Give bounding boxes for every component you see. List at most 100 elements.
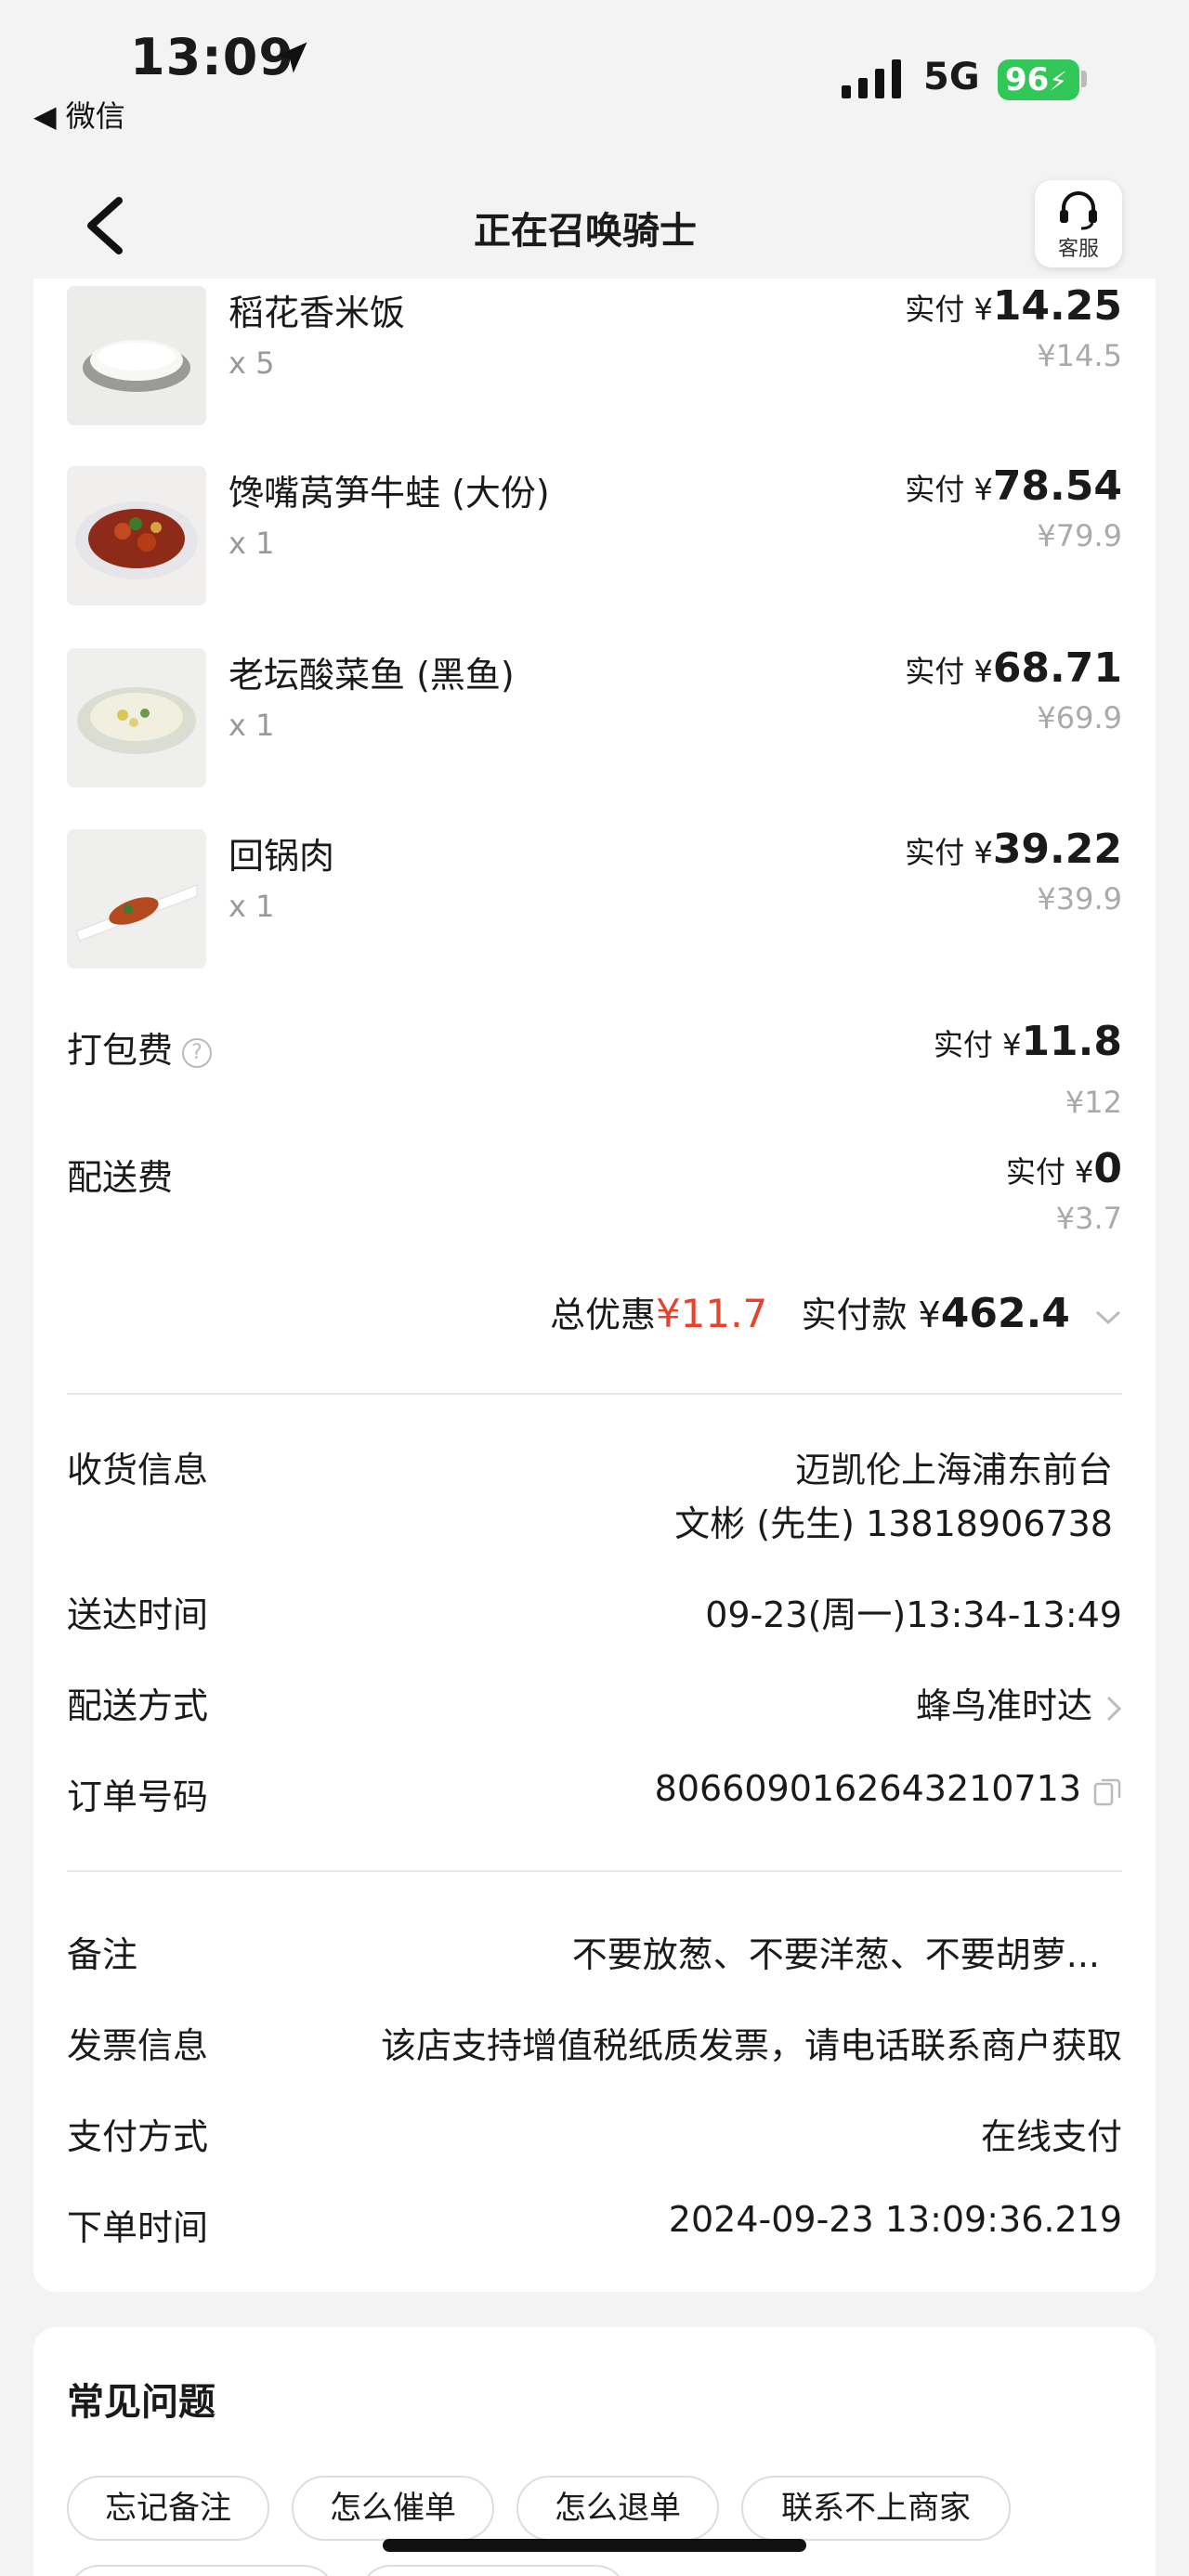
charging-bolt-icon: ⚡ bbox=[1049, 66, 1067, 97]
item-quantity: x 1 bbox=[229, 708, 275, 743]
packaging-fee-paid: 实付 ¥11.8 bbox=[934, 1018, 1122, 1065]
item-name: 馋嘴莴笋牛蛙 (大份) bbox=[229, 473, 550, 514]
food-thumbnail-pork bbox=[67, 829, 206, 969]
food-thumbnail-frog bbox=[67, 466, 206, 605]
paid-value: 78.54 bbox=[992, 462, 1122, 510]
invoice-row: 发票信息 该店支持增值税纸质发票，请电话联系商户获取 bbox=[67, 2017, 1122, 2073]
address-label: 收货信息 bbox=[67, 1450, 209, 1490]
headset-icon bbox=[1060, 191, 1097, 230]
signal-icon bbox=[842, 59, 901, 98]
paid-total-amount: 462.4 bbox=[940, 1290, 1070, 1337]
order-item[interactable]: 馋嘴莴笋牛蛙 (大份) x 1 实付 ¥78.54 ¥79.9 bbox=[67, 462, 1122, 605]
delivery-method-label: 配送方式 bbox=[67, 1685, 209, 1726]
nav-bar: 正在召唤骑士 客服 bbox=[0, 158, 1189, 288]
packaging-fee-original: ¥12 bbox=[1065, 1085, 1122, 1120]
faq-chip[interactable]: 联系不上商家 bbox=[741, 2476, 1011, 2541]
item-original-price: ¥39.9 bbox=[1037, 881, 1122, 917]
discount-amount: ¥11.7 bbox=[655, 1291, 768, 1336]
delivery-time-value: 09-23(周一)13:34-13:49 bbox=[705, 1594, 1122, 1635]
delivery-method-value: 蜂鸟准时达 bbox=[916, 1677, 1122, 1728]
battery-indicator: 96⚡ bbox=[998, 59, 1079, 100]
order-number-row: 订单号码 8066090162643210713 bbox=[67, 1768, 1122, 1824]
delivery-time-label: 送达时间 bbox=[67, 1594, 209, 1635]
item-paid-price: 实付 ¥78.54 bbox=[905, 462, 1122, 510]
faq-chip-partial[interactable] bbox=[67, 2565, 336, 2576]
invoice-label: 发票信息 bbox=[67, 2025, 209, 2066]
paid-value: 11.8 bbox=[1021, 1018, 1122, 1065]
paid-label: 实付 ¥ bbox=[933, 1027, 1022, 1062]
order-detail-card: 稻花香米饭 x 5 实付 ¥14.25 ¥14.5 馋嘴莴笋牛蛙 (大份) x … bbox=[33, 279, 1156, 2292]
delivery-fee-label: 配送费 bbox=[67, 1157, 174, 1198]
home-indicator[interactable] bbox=[383, 2539, 806, 2552]
paid-value: 39.22 bbox=[992, 826, 1122, 873]
payment-method-value: 在线支付 bbox=[980, 2116, 1122, 2157]
order-time-row: 下单时间 2024-09-23 13:09:36.219 bbox=[67, 2199, 1122, 2255]
item-name: 老坛酸菜鱼 (黑鱼) bbox=[229, 655, 515, 696]
divider bbox=[67, 1393, 1122, 1395]
paid-label: 实付 ¥ bbox=[1005, 1154, 1094, 1190]
order-number-value: 8066090162643210713 bbox=[655, 1768, 1122, 1809]
order-number-text: 8066090162643210713 bbox=[654, 1768, 1081, 1809]
food-thumbnail-fish bbox=[67, 648, 206, 787]
status-time: 13:09 bbox=[130, 28, 294, 86]
faq-chip[interactable]: 忘记备注 bbox=[67, 2476, 269, 2541]
chevron-right-icon bbox=[1106, 1696, 1122, 1721]
order-time-value: 2024-09-23 13:09:36.219 bbox=[668, 2199, 1122, 2240]
item-name: 稻花香米饭 bbox=[229, 293, 406, 333]
packaging-fee-text: 打包费 bbox=[67, 1030, 174, 1071]
faq-chip[interactable]: 怎么催单 bbox=[292, 2476, 494, 2541]
divider bbox=[67, 1870, 1122, 1872]
packaging-fee-row: 打包费? 实付 ¥11.8 ¥12 bbox=[67, 1018, 1122, 1124]
paid-value: 14.25 bbox=[992, 282, 1122, 330]
delivery-fee-paid: 实付 ¥0 bbox=[1006, 1145, 1122, 1192]
order-item[interactable]: 回锅肉 x 1 实付 ¥39.22 ¥39.9 bbox=[67, 826, 1122, 969]
delivery-method-row[interactable]: 配送方式 蜂鸟准时达 bbox=[67, 1677, 1122, 1733]
help-icon[interactable]: ? bbox=[182, 1037, 213, 1068]
item-original-price: ¥69.9 bbox=[1037, 700, 1122, 735]
paid-label: 实付 ¥ bbox=[905, 292, 993, 327]
note-value: 不要放葱、不要洋葱、不要胡萝... bbox=[571, 1934, 1100, 1975]
faq-title: 常见问题 bbox=[67, 2381, 216, 2424]
battery-tip bbox=[1081, 71, 1087, 87]
paid-value: 68.71 bbox=[992, 644, 1122, 692]
chevron-down-icon bbox=[1095, 1310, 1121, 1324]
customer-service-button[interactable]: 客服 bbox=[1035, 180, 1122, 267]
payment-method-row: 支付方式 在线支付 bbox=[67, 2108, 1122, 2164]
network-type: 5G bbox=[923, 56, 980, 98]
note-row: 备注 不要放葱、不要洋葱、不要胡萝... bbox=[67, 1926, 1122, 1982]
address-line-1: 迈凯伦上海浦东前台 bbox=[794, 1450, 1113, 1490]
item-paid-price: 实付 ¥68.71 bbox=[905, 644, 1122, 692]
delivery-method-text: 蜂鸟准时达 bbox=[915, 1685, 1092, 1726]
faq-chip[interactable]: 怎么退单 bbox=[516, 2476, 719, 2541]
order-item[interactable]: 老坛酸菜鱼 (黑鱼) x 1 实付 ¥68.71 ¥69.9 bbox=[67, 644, 1122, 787]
order-time-label: 下单时间 bbox=[67, 2207, 209, 2248]
discount-label: 总优惠 bbox=[549, 1295, 656, 1335]
battery-level: 96 bbox=[1005, 61, 1050, 98]
order-total-summary[interactable]: 总优惠¥11.7 实付款 ¥462.4 bbox=[550, 1286, 1122, 1337]
delivery-fee-row: 配送费 实付 ¥0 ¥3.7 bbox=[67, 1145, 1122, 1251]
order-item[interactable]: 稻花香米饭 x 5 实付 ¥14.25 ¥14.5 bbox=[67, 282, 1122, 425]
item-paid-price: 实付 ¥14.25 bbox=[905, 282, 1122, 330]
delivery-time-row: 送达时间 09-23(周一)13:34-13:49 bbox=[67, 1586, 1122, 1642]
packaging-fee-label: 打包费? bbox=[67, 1021, 213, 1073]
back-to-app-link[interactable]: ◀ 微信 bbox=[33, 93, 125, 136]
item-original-price: ¥79.9 bbox=[1037, 518, 1122, 553]
order-number-label: 订单号码 bbox=[67, 1776, 209, 1817]
paid-label: 实付 ¥ bbox=[905, 835, 993, 870]
item-paid-price: 实付 ¥39.22 bbox=[905, 826, 1122, 873]
note-label: 备注 bbox=[67, 1934, 138, 1975]
faq-chip-partial[interactable] bbox=[359, 2565, 628, 2576]
location-arrow-icon bbox=[276, 42, 307, 73]
copy-icon[interactable] bbox=[1092, 1776, 1122, 1807]
item-quantity: x 1 bbox=[229, 889, 275, 924]
address-line-2: 文彬 (先生) 13818906738 bbox=[674, 1503, 1113, 1544]
item-original-price: ¥14.5 bbox=[1037, 338, 1122, 373]
item-quantity: x 5 bbox=[229, 345, 275, 381]
status-bar: 13:09 ◀ 微信 5G 96⚡ bbox=[0, 0, 1189, 149]
delivery-fee-original: ¥3.7 bbox=[1055, 1201, 1122, 1236]
payment-method-label: 支付方式 bbox=[67, 2116, 209, 2157]
customer-service-label: 客服 bbox=[1057, 238, 1099, 261]
page-title: 正在召唤骑士 bbox=[474, 210, 697, 253]
paid-label: 实付 ¥ bbox=[905, 654, 993, 689]
paid-value: 0 bbox=[1093, 1145, 1122, 1192]
